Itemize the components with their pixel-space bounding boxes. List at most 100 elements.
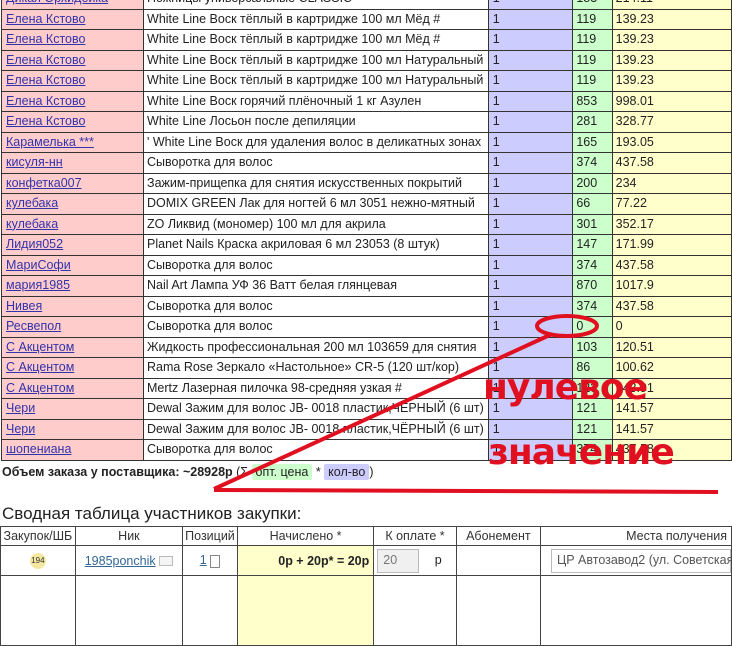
qty-cell: 1 xyxy=(487,213,574,235)
nick-link[interactable]: кисуля-нн xyxy=(6,155,63,169)
nick-cell: 1985ponchik xyxy=(74,545,184,576)
document-icon[interactable] xyxy=(210,554,221,568)
qty-cell: 1 xyxy=(487,295,574,317)
nick-link[interactable]: Дикая Орхидейка xyxy=(6,0,108,5)
nick-link[interactable]: С Акцентом xyxy=(6,381,74,395)
mail-icon[interactable] xyxy=(159,556,174,567)
product-cell: Зажим-прищепка для снятия искусственных … xyxy=(143,172,489,194)
empty-cell xyxy=(0,575,76,646)
col-purchases: Закупок/ШБ xyxy=(0,526,76,546)
to-pay-input[interactable]: 20 xyxy=(377,548,420,573)
product-cell: Сыворотка для волос xyxy=(143,254,489,276)
order-row: Лидия052 Planet Nails Краска акриловая 6… xyxy=(0,234,732,256)
col-nick: Ник xyxy=(74,526,184,546)
nick-cell: кулебака xyxy=(0,193,145,215)
product-cell: Rama Rose Зеркало «Настольное» CR-5 (120… xyxy=(143,357,489,379)
qty-cell: 1 xyxy=(487,254,574,276)
nick-cell: мария1985 xyxy=(0,275,145,297)
product-cell: Сыворотка для волос xyxy=(143,439,489,461)
price-cell: 66 xyxy=(572,193,613,215)
nick-cell: МариСофи xyxy=(0,254,145,276)
qty-cell: 1 xyxy=(487,29,574,51)
nick-cell: Елена Кстово xyxy=(0,111,145,133)
order-row: Дикая Орхидейка Ножницы универсальные CL… xyxy=(0,0,732,10)
order-row: Карамелька *** ' White Line Воск для уда… xyxy=(0,131,732,153)
price-cell: 119 xyxy=(572,29,613,51)
col-accrued: Начислено * xyxy=(236,526,375,546)
nick-link[interactable]: мария1985 xyxy=(6,278,70,292)
total-cell: 214.11 xyxy=(611,0,732,10)
product-cell: ' White Line Воск для удаления волос в д… xyxy=(143,131,489,153)
annotation-text-line2: значение xyxy=(488,432,675,473)
pickup-cell: ЦР Автозавод2 (ул. Советская xyxy=(539,545,732,576)
product-cell: Mertz Лазерная пилочка 98-средняя узкая … xyxy=(143,377,489,399)
nick-link[interactable]: МариСофи xyxy=(6,258,71,272)
nick-link[interactable]: шопениана xyxy=(6,442,71,456)
order-row: кисуля-нн Сыворотка для волос 1 374 437.… xyxy=(0,152,732,174)
nick-cell: Лидия052 xyxy=(0,234,145,256)
order-row: Елена Кстово White Line Воск тёплый в ка… xyxy=(0,49,732,71)
nick-link[interactable]: Елена Кстово xyxy=(6,94,85,108)
qty-cell: 1 xyxy=(487,131,574,153)
total-cell: 139.23 xyxy=(611,29,732,51)
positions-link[interactable]: 1 xyxy=(200,553,207,567)
to-pay-cell: 20 р xyxy=(373,545,457,576)
price-cell: 119 xyxy=(572,49,613,71)
col-pickup: Места получения xyxy=(539,526,732,546)
col-subscription: Абонемент xyxy=(455,526,541,546)
nick-link[interactable]: Карамелька *** xyxy=(6,135,94,149)
nick-cell: Елена Кстово xyxy=(0,29,145,51)
nick-link[interactable]: С Акцентом xyxy=(6,360,74,374)
order-row: Елена Кстово White Line Лосьон после деп… xyxy=(0,111,732,133)
currency-label: р xyxy=(434,552,442,567)
nick-link[interactable]: Лидия052 xyxy=(6,237,63,251)
nick-cell: Елена Кстово xyxy=(0,70,145,92)
qty-cell: 1 xyxy=(487,90,574,112)
nick-link[interactable]: С Акцентом xyxy=(6,340,74,354)
order-volume-summary: Объем заказа у поставщика: ~28928р (Σ оп… xyxy=(2,464,374,480)
nick-link[interactable]: Елена Кстово xyxy=(6,53,85,67)
nick-cell: С Акцентом xyxy=(0,357,145,379)
nick-link[interactable]: Елена Кстово xyxy=(6,32,85,46)
order-row: кулебака ZO Ликвид (мономер) 100 мл для … xyxy=(0,213,732,235)
nick-link[interactable]: Елена Кстово xyxy=(6,12,85,26)
pickup-select[interactable]: ЦР Автозавод2 (ул. Советская xyxy=(550,548,731,573)
order-row: конфетка007 Зажим-прищепка для снятия ис… xyxy=(0,172,732,194)
nick-link[interactable]: кулебака xyxy=(6,217,58,231)
qty-cell: 1 xyxy=(487,0,574,10)
empty-cell xyxy=(182,575,238,646)
nick-link[interactable]: Ресвепол xyxy=(6,319,61,333)
participant-row: 194 1985ponchik 1 0р + 20р* = 20р 20 р Ц… xyxy=(0,545,732,576)
order-row: мария1985 Nail Art Лампа УФ 36 Ватт бела… xyxy=(0,275,732,297)
price-cell: 374 xyxy=(572,254,613,276)
qty-cell: 1 xyxy=(487,152,574,174)
participants-table: Закупок/ШБ Ник Позиций Начислено * К опл… xyxy=(0,526,732,646)
subscription-cell xyxy=(455,545,541,576)
qty-cell: 1 xyxy=(487,234,574,256)
nick-link[interactable]: Чери xyxy=(6,401,35,415)
price-cell: 103 xyxy=(572,336,613,358)
nick-cell: С Акцентом xyxy=(0,336,145,358)
nick-link[interactable]: конфетка007 xyxy=(6,176,82,190)
price-cell: 183 xyxy=(572,0,613,10)
price-cell: 374 xyxy=(572,152,613,174)
nick-cell: конфетка007 xyxy=(0,172,145,194)
award-badge-icon: 194 xyxy=(29,553,46,569)
nick-link[interactable]: Нивея xyxy=(6,299,42,313)
participant-nick-link[interactable]: 1985ponchik xyxy=(85,554,156,568)
nick-cell: кисуля-нн xyxy=(0,152,145,174)
total-cell: 352.17 xyxy=(611,213,732,235)
product-cell: ZO Ликвид (мономер) 100 мл для акрила xyxy=(143,213,489,235)
price-cell: 281 xyxy=(572,111,613,133)
nick-link[interactable]: Елена Кстово xyxy=(6,73,85,87)
nick-cell: Ресвепол xyxy=(0,316,145,338)
product-cell: Dewal Зажим для волос JB- 0018 пластик,Ч… xyxy=(143,398,489,420)
order-row: Ресвепол Сыворотка для волос 1 0 0 xyxy=(0,316,732,338)
nick-cell: Нивея xyxy=(0,295,145,317)
order-row: Елена Кстово White Line Воск тёплый в ка… xyxy=(0,29,732,51)
price-cell: 0 xyxy=(572,316,613,338)
nick-link[interactable]: Елена Кстово xyxy=(6,114,85,128)
total-cell: 77.22 xyxy=(611,193,732,215)
nick-link[interactable]: кулебака xyxy=(6,196,58,210)
nick-link[interactable]: Чери xyxy=(6,422,35,436)
